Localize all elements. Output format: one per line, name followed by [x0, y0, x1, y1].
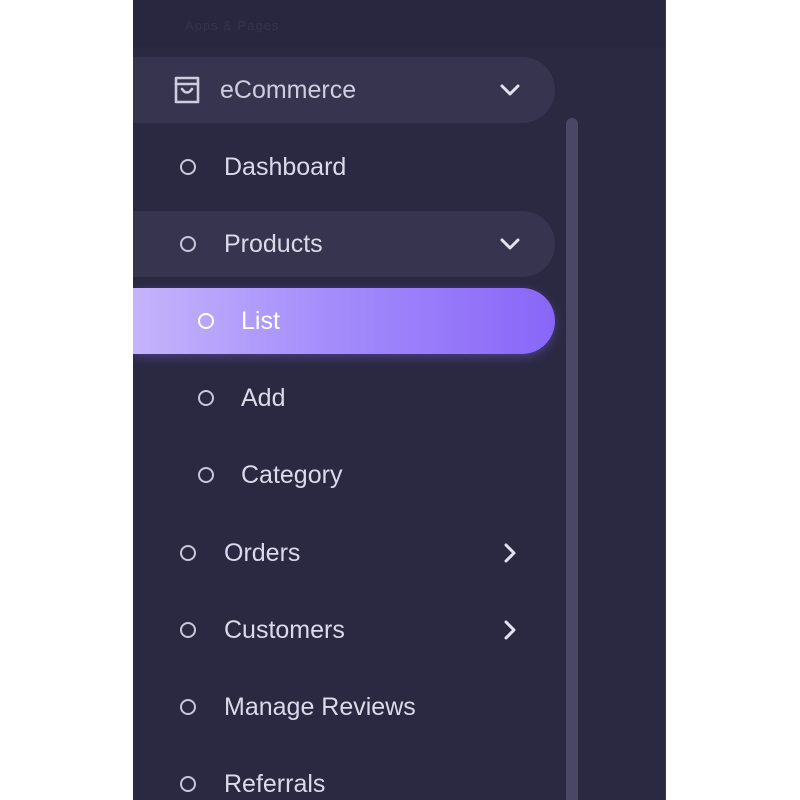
- circle-bullet-icon: [180, 699, 196, 715]
- sidebar-subitem-add[interactable]: Add: [133, 365, 555, 431]
- screenshot-canvas: Apps & Pages eCommerce Dashboard Product…: [0, 0, 800, 800]
- chevron-down-icon[interactable]: [497, 77, 523, 103]
- sidebar-item-label: Dashboard: [224, 153, 347, 181]
- sidebar-subitem-category[interactable]: Category: [133, 442, 555, 508]
- sidebar-item-label: Manage Reviews: [224, 693, 416, 721]
- chevron-right-icon[interactable]: [497, 617, 523, 643]
- sidebar-item-referrals[interactable]: Referrals: [133, 751, 555, 800]
- circle-bullet-icon: [198, 313, 214, 329]
- sidebar-item-customers[interactable]: Customers: [133, 597, 555, 663]
- right-margin: [666, 0, 800, 800]
- circle-bullet-icon: [180, 159, 196, 175]
- sidebar-item-label: Orders: [224, 539, 301, 567]
- sidebar-item-label: Add: [241, 384, 286, 412]
- sidebar-item-label: List: [241, 307, 280, 335]
- sidebar-item-manage-reviews[interactable]: Manage Reviews: [133, 674, 555, 740]
- sidebar-nav: Apps & Pages eCommerce Dashboard Product…: [133, 0, 666, 800]
- circle-bullet-icon: [180, 622, 196, 638]
- sidebar-item-ecommerce[interactable]: eCommerce: [133, 57, 555, 123]
- circle-bullet-icon: [180, 236, 196, 252]
- section-header-label: Apps & Pages: [185, 18, 280, 33]
- sidebar-section-header: Apps & Pages: [133, 0, 666, 46]
- circle-bullet-icon: [180, 545, 196, 561]
- left-margin: [0, 0, 133, 800]
- sidebar-item-orders[interactable]: Orders: [133, 520, 555, 586]
- sidebar-item-dashboard[interactable]: Dashboard: [133, 134, 555, 200]
- sidebar-item-products[interactable]: Products: [133, 211, 555, 277]
- circle-bullet-icon: [198, 390, 214, 406]
- sidebar-item-label: Category: [241, 461, 343, 489]
- chevron-right-icon[interactable]: [497, 540, 523, 566]
- sidebar-item-label: Customers: [224, 616, 345, 644]
- sidebar-scrollbar[interactable]: [566, 118, 578, 800]
- chevron-down-icon[interactable]: [497, 231, 523, 257]
- shopping-bag-icon: [170, 73, 204, 107]
- sidebar-item-label: eCommerce: [220, 76, 357, 104]
- circle-bullet-icon: [198, 467, 214, 483]
- circle-bullet-icon: [180, 776, 196, 792]
- sidebar-item-label: Referrals: [224, 770, 326, 798]
- sidebar-item-label: Products: [224, 230, 323, 258]
- sidebar-subitem-list[interactable]: List: [133, 288, 555, 354]
